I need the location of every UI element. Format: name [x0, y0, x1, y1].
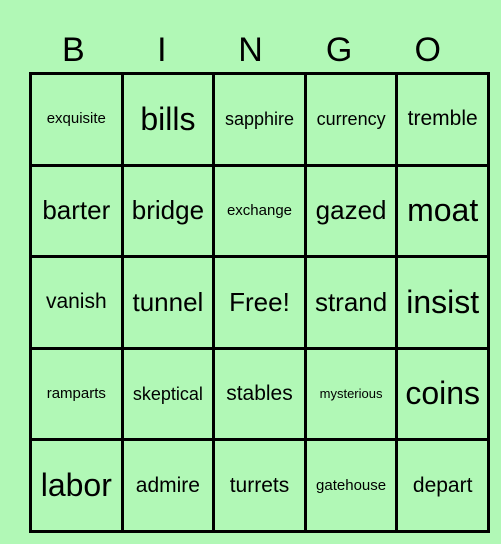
- bingo-cell[interactable]: bridge: [120, 163, 216, 259]
- bingo-cell[interactable]: depart: [395, 438, 490, 533]
- bingo-row: labor admire turrets gatehouse depart: [29, 438, 490, 533]
- bingo-cell[interactable]: skeptical: [120, 346, 216, 442]
- bingo-cell[interactable]: admire: [120, 438, 216, 533]
- free-space-cell[interactable]: Free!: [212, 255, 307, 350]
- header-letter-n: N: [238, 31, 263, 69]
- header-letter-o: O: [414, 31, 441, 69]
- bingo-cell[interactable]: mysterious: [303, 346, 399, 442]
- bingo-cell[interactable]: tunnel: [120, 255, 216, 350]
- bingo-cell[interactable]: moat: [395, 163, 490, 259]
- header-letter-i: I: [157, 31, 167, 69]
- header-letter-b: B: [61, 31, 85, 69]
- bingo-cell[interactable]: barter: [29, 163, 124, 259]
- bingo-row: barter bridge exchange gazed moat: [29, 163, 490, 259]
- bingo-cell[interactable]: exquisite: [29, 72, 124, 167]
- bingo-cell[interactable]: currency: [303, 72, 399, 167]
- bingo-row: vanish tunnel Free! strand insist: [29, 255, 490, 350]
- bingo-row: ramparts skeptical stables mysterious coins: [29, 346, 490, 442]
- bingo-card: exquisite bills sapphire currency tremble bar…: [29, 72, 490, 533]
- bingo-cell[interactable]: strand: [303, 255, 399, 350]
- header-letter-g: G: [325, 31, 353, 69]
- bingo-header: B I N G O: [29, 28, 472, 72]
- bingo-cell[interactable]: gazed: [303, 163, 399, 259]
- bingo-row: exquisite bills sapphire currency tremble: [29, 72, 490, 167]
- bingo-cell[interactable]: ramparts: [29, 346, 124, 442]
- bingo-cell[interactable]: coins: [395, 346, 490, 442]
- bingo-cell[interactable]: exchange: [212, 163, 307, 259]
- bingo-cell[interactable]: tremble: [395, 72, 490, 167]
- bingo-cell[interactable]: insist: [395, 255, 490, 350]
- bingo-cell[interactable]: bills: [120, 72, 216, 167]
- bingo-cell[interactable]: stables: [212, 346, 307, 442]
- bingo-cell[interactable]: sapphire: [212, 72, 307, 167]
- bingo-cell[interactable]: labor: [29, 438, 124, 533]
- bingo-cell[interactable]: turrets: [212, 438, 307, 533]
- bingo-cell[interactable]: vanish: [29, 255, 124, 350]
- bingo-cell[interactable]: gatehouse: [303, 438, 399, 533]
